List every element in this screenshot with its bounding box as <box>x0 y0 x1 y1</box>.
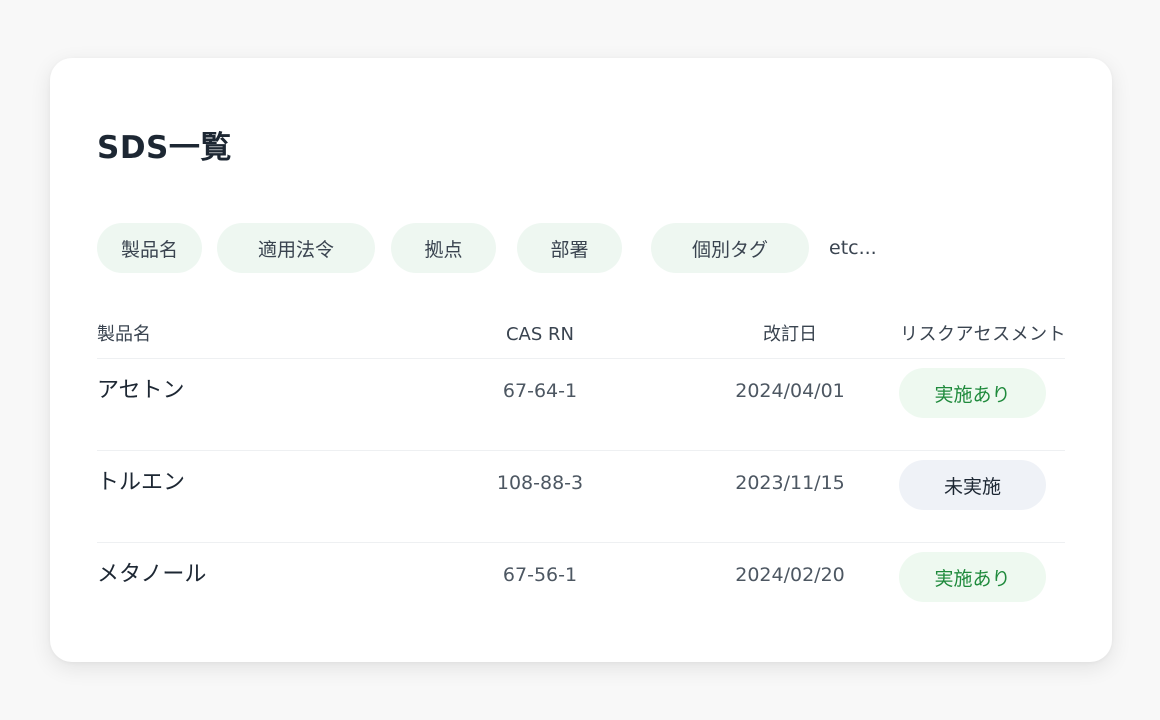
table-row[interactable]: アセトン 67-64-1 2024/04/01 実施あり <box>97 359 1065 451</box>
status-badge: 実施あり <box>899 368 1046 418</box>
sds-list-card: SDS一覧 製品名 適用法令 拠点 部署 個別タグ etc... 製品名 CAS… <box>50 58 1112 662</box>
status-badge: 実施あり <box>899 552 1046 602</box>
status-badge: 未実施 <box>899 460 1046 510</box>
cell-cas-rn: 67-64-1 <box>502 380 578 402</box>
table-header: 製品名 CAS RN 改訂日 リスクアセスメント <box>97 313 1067 359</box>
page-title: SDS一覧 <box>97 130 232 166</box>
cell-revised-date: 2023/11/15 <box>735 472 845 494</box>
cell-product-name: トルエン <box>97 470 186 495</box>
filter-chip-custom-tag[interactable]: 個別タグ <box>651 223 809 273</box>
column-header-product-name: 製品名 <box>97 324 151 345</box>
filter-chip-department[interactable]: 部署 <box>517 223 622 273</box>
cell-product-name: メタノール <box>97 562 207 587</box>
filter-chip-site[interactable]: 拠点 <box>391 223 496 273</box>
table-row[interactable]: トルエン 108-88-3 2023/11/15 未実施 <box>97 451 1065 543</box>
cell-cas-rn: 67-56-1 <box>502 564 578 586</box>
column-header-cas-rn: CAS RN <box>505 324 574 345</box>
table-row[interactable]: メタノール 67-56-1 2024/02/20 実施あり <box>97 543 1065 634</box>
column-header-risk-assessment: リスクアセスメント <box>900 324 1067 345</box>
cell-revised-date: 2024/02/20 <box>735 564 845 586</box>
cell-revised-date: 2024/04/01 <box>735 380 845 402</box>
filter-more-text: etc... <box>829 237 877 259</box>
filter-chip-product-name[interactable]: 製品名 <box>97 223 202 273</box>
sds-table: 製品名 CAS RN 改訂日 リスクアセスメント アセトン 67-64-1 20… <box>97 313 1067 634</box>
cell-cas-rn: 108-88-3 <box>496 472 584 494</box>
column-header-revised-date: 改訂日 <box>763 324 817 345</box>
cell-product-name: アセトン <box>97 378 185 403</box>
filter-chip-applicable-law[interactable]: 適用法令 <box>217 223 375 273</box>
